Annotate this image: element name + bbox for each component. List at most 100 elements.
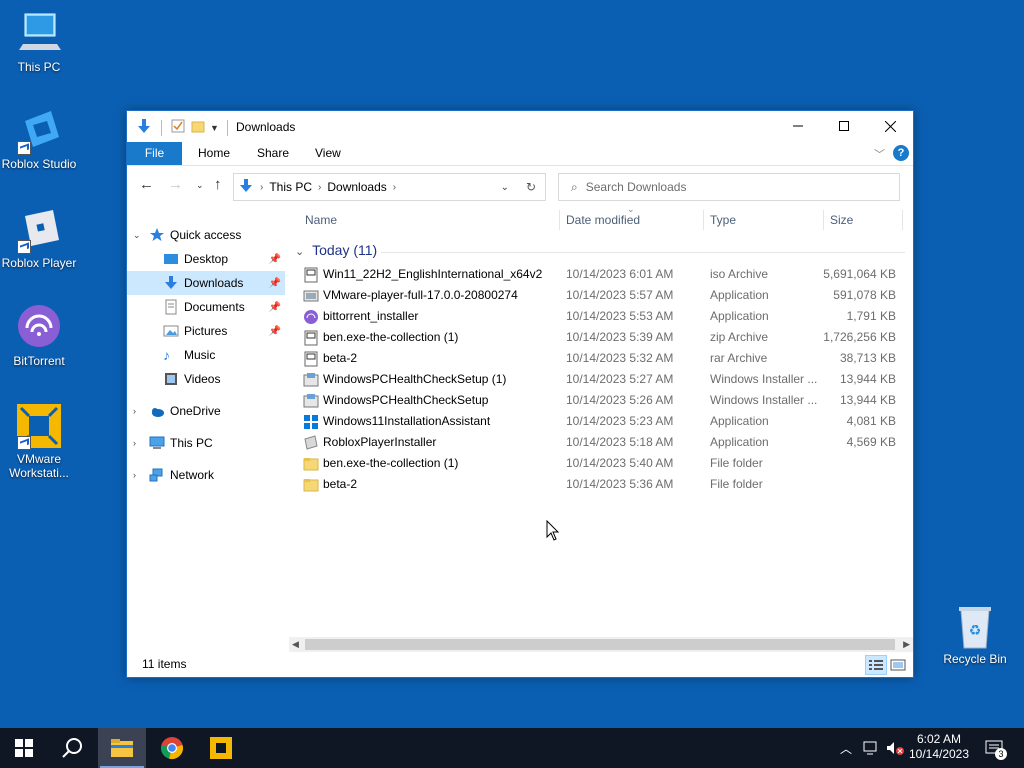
file-name-cell[interactable]: beta-2	[303, 348, 357, 369]
customize-toolbar-dropdown-icon[interactable]: ▼	[210, 123, 219, 133]
network-status-icon[interactable]	[860, 728, 882, 768]
expand-ribbon-icon[interactable]: ﹀	[874, 146, 885, 162]
maximize-button[interactable]	[821, 111, 867, 141]
file-date: 10/14/2023 5:36 AM	[566, 477, 674, 491]
title-bar[interactable]: ▼ Downloads	[127, 111, 913, 142]
file-name-cell[interactable]: ben.exe-the-collection (1)	[303, 453, 458, 474]
pin-icon[interactable]: 📌	[269, 278, 281, 289]
tab-view[interactable]: View	[301, 142, 355, 165]
file-name-cell[interactable]: Windows11InstallationAssistant	[303, 411, 490, 432]
nav-downloads[interactable]: Downloads 📌	[127, 271, 285, 295]
nav-videos[interactable]: Videos	[127, 367, 285, 391]
column-separator[interactable]	[823, 210, 824, 230]
breadcrumb-separator-icon[interactable]: ›	[393, 182, 396, 193]
start-button[interactable]	[0, 728, 48, 768]
breadcrumb-separator-icon[interactable]: ›	[318, 182, 321, 193]
file-row[interactable]: WindowsPCHealthCheckSetup (1) 10/14/2023 …	[303, 369, 903, 390]
up-arrow-icon[interactable]: ↑	[214, 176, 222, 193]
desktop-icon-label: BitTorrent	[13, 354, 65, 368]
column-separator[interactable]	[559, 210, 560, 230]
breadcrumb-this-pc[interactable]: This PC	[269, 180, 312, 194]
file-name-cell[interactable]: ben.exe-the-collection (1)	[303, 327, 458, 348]
back-arrow-icon[interactable]: ←	[139, 176, 154, 193]
scrollbar-thumb[interactable]	[305, 639, 895, 650]
tab-file[interactable]: File	[127, 142, 182, 165]
group-header-today[interactable]: ⌄ Today (11)	[295, 242, 377, 258]
file-row[interactable]: Windows11InstallationAssistant 10/14/2023…	[303, 411, 903, 432]
file-row[interactable]: WindowsPCHealthCheckSetup 10/14/2023 5:26…	[303, 390, 903, 411]
expand-chevron-icon[interactable]: ›	[133, 406, 145, 416]
nav-quick-access[interactable]: ⌄ Quick access	[127, 223, 285, 247]
scroll-right-icon[interactable]: ▶	[903, 637, 910, 652]
music-icon: ♪	[163, 347, 170, 363]
tab-home[interactable]: Home	[184, 142, 244, 165]
search-button[interactable]	[48, 728, 96, 768]
collapse-chevron-icon[interactable]: ⌄	[133, 230, 145, 241]
file-name-cell[interactable]: WindowsPCHealthCheckSetup	[303, 390, 488, 411]
file-name-cell[interactable]: bittorrent_installer	[303, 306, 418, 327]
file-row[interactable]: RobloxPlayerInstaller 10/14/2023 5:18 AM A…	[303, 432, 903, 453]
file-row[interactable]: ben.exe-the-collection (1) 10/14/2023 5:4…	[303, 453, 903, 474]
nav-desktop[interactable]: Desktop 📌	[127, 247, 285, 271]
refresh-button[interactable]: ↻	[517, 173, 546, 201]
file-name-cell[interactable]: WindowsPCHealthCheckSetup (1)	[303, 369, 506, 390]
file-row[interactable]: bittorrent_installer 10/14/2023 5:53 AM Ap…	[303, 306, 903, 327]
details-view-button[interactable]	[865, 655, 887, 675]
file-name-cell[interactable]: Win11_22H2_EnglishInternational_x64v2	[303, 264, 542, 285]
file-row[interactable]: Win11_22H2_EnglishInternational_x64v2 10/…	[303, 264, 903, 285]
column-separator[interactable]	[703, 210, 704, 230]
file-row[interactable]: VMware-player-full-17.0.0-20800274 10/14/…	[303, 285, 903, 306]
properties-icon[interactable]	[170, 118, 186, 137]
pin-icon[interactable]: 📌	[269, 326, 281, 337]
taskbar-file-explorer[interactable]	[98, 728, 146, 768]
address-dropdown-icon[interactable]: ⌄	[501, 182, 509, 193]
column-header-name[interactable]: Name	[305, 206, 337, 234]
horizontal-scrollbar[interactable]: ◀ ▶	[289, 637, 913, 652]
taskbar-chrome[interactable]	[148, 728, 196, 768]
taskbar-vmware[interactable]	[197, 728, 245, 768]
file-name-cell[interactable]: VMware-player-full-17.0.0-20800274	[303, 285, 518, 306]
pin-icon[interactable]: 📌	[269, 302, 281, 313]
action-center-button[interactable]: 3	[980, 728, 1010, 768]
nav-pictures[interactable]: Pictures 📌	[127, 319, 285, 343]
minimize-button[interactable]	[775, 111, 821, 141]
forward-arrow-icon[interactable]: →	[168, 176, 183, 193]
help-icon[interactable]: ?	[893, 145, 909, 161]
taskbar-clock[interactable]: 6:02 AM 10/14/2023	[904, 732, 974, 762]
desktop-icon-vmware[interactable]: VMware Workstati...	[0, 402, 79, 480]
column-header-date-modified[interactable]: Date modified	[566, 206, 640, 234]
breadcrumb-separator-icon[interactable]: ›	[260, 182, 263, 193]
tab-share[interactable]: Share	[243, 142, 303, 165]
file-name-cell[interactable]: beta-2	[303, 474, 357, 495]
column-header-type[interactable]: Type	[710, 206, 736, 234]
nav-documents[interactable]: Documents 📌	[127, 295, 285, 319]
file-row[interactable]: ben.exe-the-collection (1) 10/14/2023 5:3…	[303, 327, 903, 348]
show-hidden-icons-chevron-icon[interactable]: ︿	[836, 728, 856, 768]
search-input[interactable]: ⌕ Search Downloads	[558, 173, 900, 201]
large-icons-view-button[interactable]	[887, 655, 909, 675]
desktop-icon-bittorrent[interactable]: BitTorrent	[0, 304, 79, 368]
column-header-size[interactable]: Size	[830, 206, 853, 234]
new-folder-icon[interactable]	[190, 118, 206, 137]
file-name-cell[interactable]: RobloxPlayerInstaller	[303, 432, 436, 453]
nav-network[interactable]: › Network	[127, 463, 285, 487]
file-row[interactable]: beta-2 10/14/2023 5:36 AM File folder	[303, 474, 903, 495]
scroll-left-icon[interactable]: ◀	[292, 637, 299, 652]
breadcrumb-downloads[interactable]: Downloads	[327, 180, 386, 194]
close-button[interactable]	[867, 111, 913, 141]
address-bar[interactable]: › This PC › Downloads › ⌄	[233, 173, 546, 201]
nav-music[interactable]: ♪ Music	[127, 343, 285, 367]
recent-locations-chevron-icon[interactable]: ⌄	[196, 180, 204, 191]
desktop-icon-roblox-player[interactable]: Roblox Player	[0, 206, 79, 270]
nav-onedrive[interactable]: › OneDrive	[127, 399, 285, 423]
file-row[interactable]: beta-2 10/14/2023 5:32 AM rar Archive 38,71…	[303, 348, 903, 369]
nav-this-pc[interactable]: › This PC	[127, 431, 285, 455]
expand-chevron-icon[interactable]: ›	[133, 438, 145, 448]
pin-icon[interactable]: 📌	[269, 254, 281, 265]
desktop-icon-roblox-studio[interactable]: Roblox Studio	[0, 107, 79, 171]
volume-muted-icon[interactable]	[884, 728, 906, 768]
column-separator[interactable]	[902, 210, 903, 230]
expand-chevron-icon[interactable]: ›	[133, 470, 145, 480]
desktop-icon-recycle-bin[interactable]: ♻ Recycle Bin	[935, 602, 1015, 666]
desktop-icon-this-pc[interactable]: This PC	[0, 10, 79, 74]
